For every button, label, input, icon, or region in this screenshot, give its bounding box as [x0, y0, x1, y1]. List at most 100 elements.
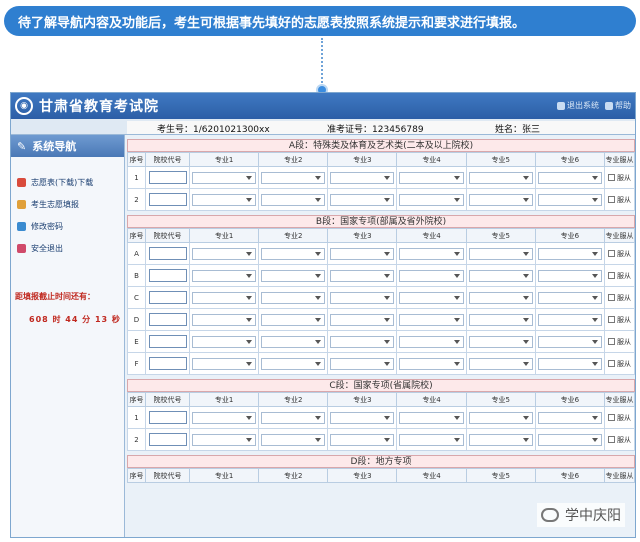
major-select[interactable] — [468, 269, 533, 282]
school-code-input[interactable] — [148, 247, 187, 260]
application-window: ◉ 甘肃省教育考试院 退出系统 帮助 ✎ 系统导航 志愿表(下载)下载 考生志愿填… — [10, 92, 636, 538]
major-select[interactable] — [192, 171, 257, 184]
obey-label: 服从 — [617, 249, 631, 258]
nav-item-fill[interactable]: 考生志愿填报 — [11, 193, 124, 215]
major-select[interactable] — [468, 193, 533, 206]
school-code-input[interactable] — [148, 291, 187, 304]
major-select[interactable] — [468, 433, 533, 446]
major-select[interactable] — [330, 357, 395, 370]
major-select[interactable] — [192, 193, 257, 206]
major-select[interactable] — [468, 291, 533, 304]
major-select[interactable] — [192, 335, 257, 348]
obey-checkbox[interactable]: 服从 — [605, 413, 634, 423]
major-select[interactable] — [261, 335, 326, 348]
major-select[interactable] — [468, 313, 533, 326]
major-select[interactable] — [537, 193, 602, 206]
major-select[interactable] — [537, 313, 602, 326]
major-select[interactable] — [468, 171, 533, 184]
major-select[interactable] — [330, 247, 395, 260]
major-select[interactable] — [192, 291, 257, 304]
major-select[interactable] — [537, 269, 602, 282]
column-header: 专业服从 — [604, 468, 635, 483]
obey-label: 服从 — [617, 337, 631, 346]
school-code-input[interactable] — [148, 335, 187, 348]
major-select[interactable] — [399, 357, 464, 370]
major-select[interactable] — [468, 411, 533, 424]
school-code-input[interactable] — [148, 171, 187, 184]
major-select[interactable] — [261, 433, 326, 446]
major-select[interactable] — [261, 193, 326, 206]
school-code-cell — [145, 264, 190, 287]
major-select[interactable] — [537, 291, 602, 304]
obey-checkbox[interactable]: 服从 — [605, 337, 634, 347]
major-select[interactable] — [537, 433, 602, 446]
exit-icon — [17, 243, 26, 253]
major-select[interactable] — [330, 433, 395, 446]
major-select[interactable] — [330, 269, 395, 282]
major-select[interactable] — [192, 247, 257, 260]
major-select[interactable] — [468, 357, 533, 370]
major-select[interactable] — [468, 335, 533, 348]
major-select[interactable] — [330, 291, 395, 304]
school-code-input[interactable] — [148, 357, 187, 370]
obey-checkbox[interactable]: 服从 — [605, 271, 634, 281]
school-code-input[interactable] — [148, 411, 187, 424]
obey-checkbox[interactable]: 服从 — [605, 435, 634, 445]
major-select[interactable] — [537, 411, 602, 424]
school-code-input[interactable] — [148, 269, 187, 282]
major-select[interactable] — [192, 313, 257, 326]
major-select[interactable] — [399, 433, 464, 446]
major-select[interactable] — [468, 247, 533, 260]
major-select[interactable] — [261, 291, 326, 304]
major-select[interactable] — [192, 269, 257, 282]
logout-label: 退出系统 — [567, 101, 599, 110]
obey-checkbox[interactable]: 服从 — [605, 293, 634, 303]
major-select[interactable] — [399, 193, 464, 206]
major-select[interactable] — [330, 313, 395, 326]
obey-checkbox[interactable]: 服从 — [605, 249, 634, 259]
major-select[interactable] — [261, 247, 326, 260]
school-code-input[interactable] — [148, 313, 187, 326]
school-code-input[interactable] — [148, 433, 187, 446]
major-select[interactable] — [330, 193, 395, 206]
major-select[interactable] — [537, 171, 602, 184]
obey-checkbox[interactable]: 服从 — [605, 173, 634, 183]
major-select[interactable] — [192, 357, 257, 370]
major-select[interactable] — [399, 171, 464, 184]
column-header: 专业2 — [258, 468, 329, 483]
obey-checkbox[interactable]: 服从 — [605, 195, 634, 205]
nav-item-download[interactable]: 志愿表(下载)下载 — [11, 171, 124, 193]
major-select[interactable] — [261, 357, 326, 370]
major-select[interactable] — [399, 411, 464, 424]
major-select[interactable] — [399, 335, 464, 348]
major-select[interactable] — [399, 269, 464, 282]
help-link[interactable]: 帮助 — [605, 100, 631, 111]
major-select[interactable] — [330, 171, 395, 184]
major-select[interactable] — [192, 433, 257, 446]
school-code-input[interactable] — [148, 193, 187, 206]
section-title: D段：地方专项 — [127, 455, 635, 468]
obey-cell: 服从 — [604, 286, 635, 309]
nav-item-password[interactable]: 修改密码 — [11, 215, 124, 237]
obey-checkbox[interactable]: 服从 — [605, 315, 634, 325]
obey-checkbox[interactable]: 服从 — [605, 359, 634, 369]
obey-label: 服从 — [617, 315, 631, 324]
major-select[interactable] — [330, 335, 395, 348]
major-select[interactable] — [537, 335, 602, 348]
major-select[interactable] — [537, 357, 602, 370]
major-select[interactable] — [261, 411, 326, 424]
major-select[interactable] — [261, 171, 326, 184]
major-select[interactable] — [399, 313, 464, 326]
major-select[interactable] — [261, 313, 326, 326]
school-code-cell — [145, 308, 190, 331]
major-select[interactable] — [330, 411, 395, 424]
checkbox-icon — [608, 360, 615, 367]
major-select[interactable] — [399, 291, 464, 304]
nav-item-logout[interactable]: 安全退出 — [11, 237, 124, 259]
logout-link[interactable]: 退出系统 — [557, 100, 599, 111]
major-select[interactable] — [192, 411, 257, 424]
major-select[interactable] — [537, 247, 602, 260]
major-cell — [396, 242, 467, 265]
major-select[interactable] — [261, 269, 326, 282]
major-select[interactable] — [399, 247, 464, 260]
